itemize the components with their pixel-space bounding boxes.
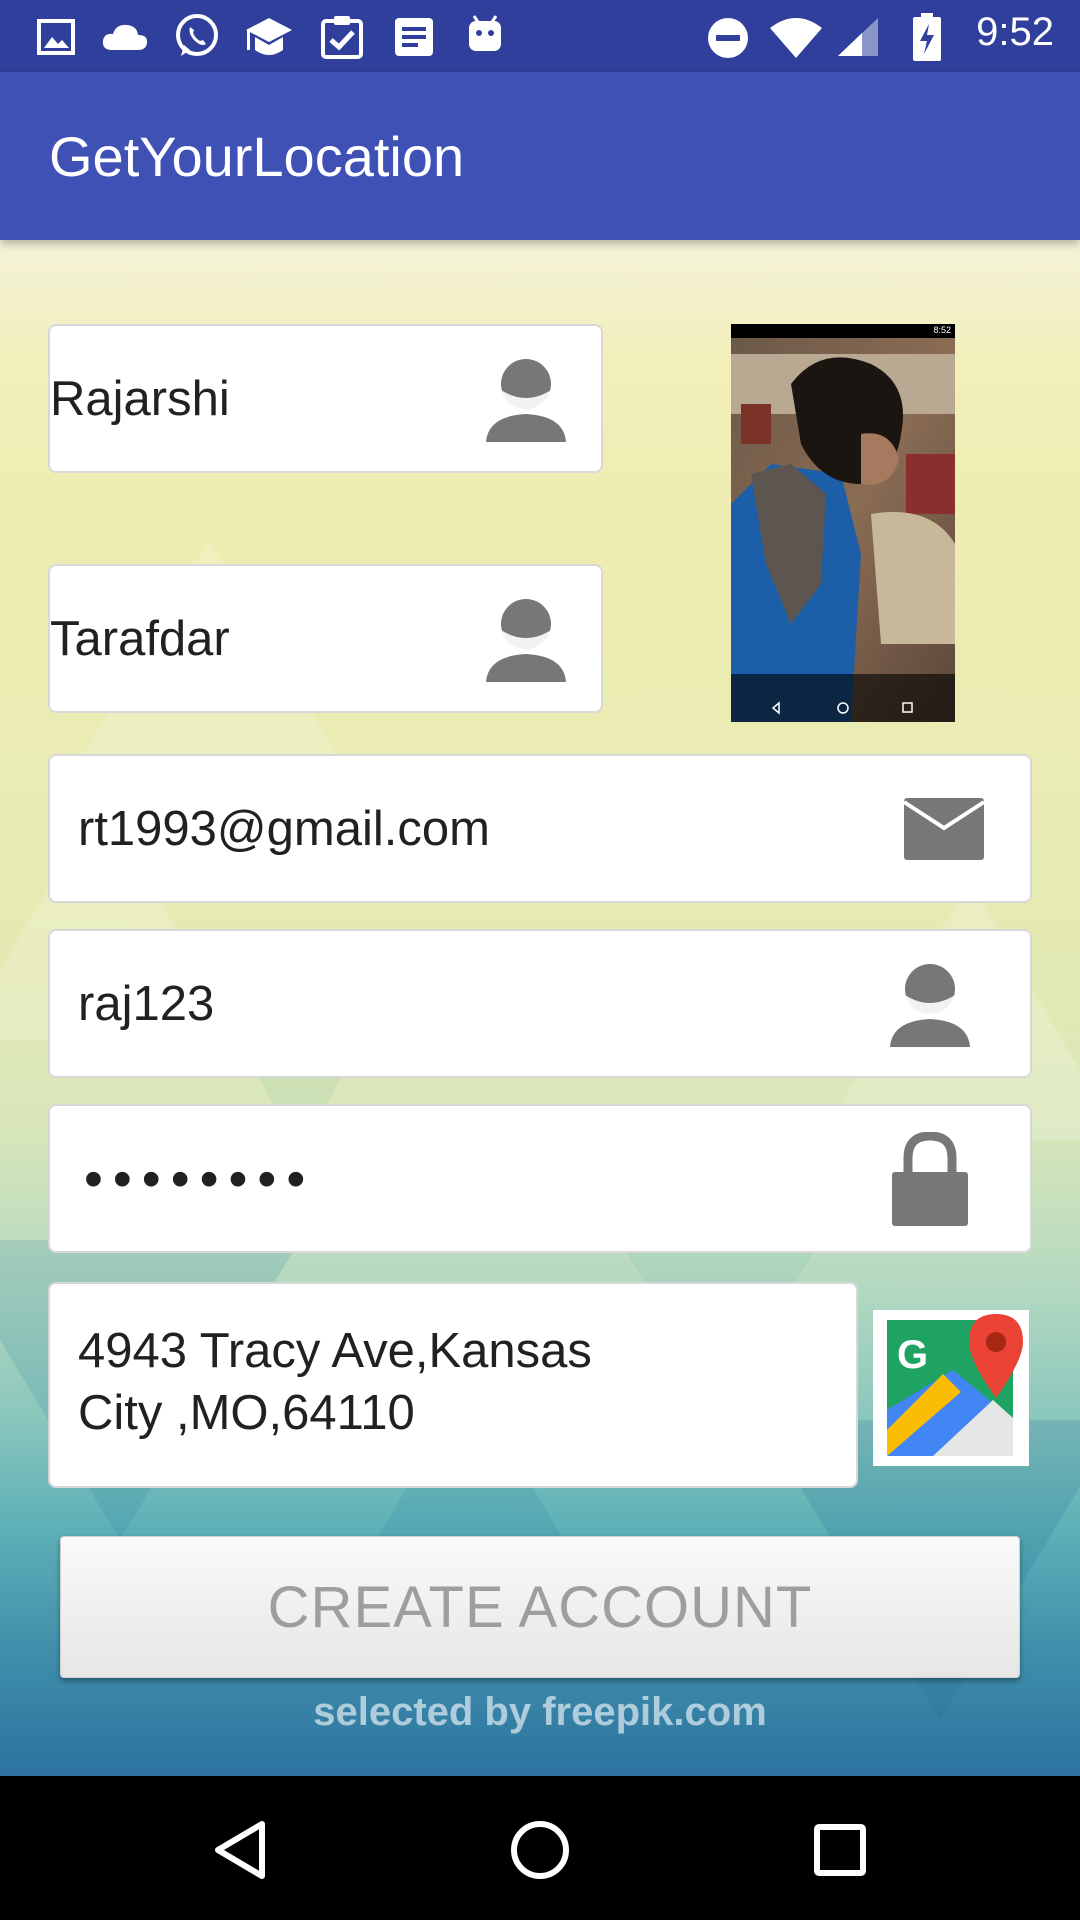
battery-charging-icon: [913, 13, 941, 61]
back-icon[interactable]: [212, 1820, 268, 1880]
recents-icon[interactable]: [814, 1824, 866, 1876]
person-icon: [890, 964, 970, 1047]
gallery-icon: [37, 19, 75, 55]
wifi-icon: [770, 18, 822, 58]
app-bar: GetYourLocation: [0, 72, 1080, 240]
person-icon: [486, 599, 566, 682]
last-name-field[interactable]: Tarafdar: [48, 564, 603, 713]
svg-text:G: G: [897, 1333, 928, 1377]
email-field[interactable]: rt1993@gmail.com: [48, 754, 1032, 903]
password-value: ••••••••: [84, 1148, 316, 1209]
whatsapp-icon: [176, 14, 218, 56]
first-name-value: Rajarshi: [50, 371, 230, 426]
home-icon[interactable]: [510, 1820, 570, 1880]
username-value: raj123: [78, 976, 215, 1031]
address-field[interactable]: 4943 Tracy Ave,Kansas City ,MO,64110: [48, 1282, 858, 1488]
message-icon: [395, 18, 433, 56]
status-time: 9:52: [976, 10, 1054, 54]
photo-status-time: 8:52: [933, 325, 951, 335]
first-name-field[interactable]: Rajarshi: [48, 324, 603, 473]
password-field[interactable]: ••••••••: [48, 1104, 1032, 1253]
person-icon: [486, 359, 566, 442]
navigation-bar: [0, 1776, 1080, 1920]
do-not-disturb-icon: [708, 18, 748, 58]
last-name-value: Tarafdar: [50, 611, 230, 666]
profile-photo-image: [731, 324, 955, 722]
maps-button[interactable]: G: [873, 1310, 1029, 1466]
create-account-button[interactable]: CREATE ACCOUNT: [60, 1536, 1020, 1678]
username-field[interactable]: raj123: [48, 929, 1032, 1078]
app-title: GetYourLocation: [49, 125, 465, 188]
cloud-icon: [102, 24, 148, 50]
profile-photo[interactable]: 8:52: [731, 324, 955, 722]
android-icon: [469, 15, 501, 51]
status-bar: 9:52: [0, 0, 1080, 72]
google-maps-icon: G: [887, 1314, 1023, 1456]
graduation-cap-icon: [246, 18, 292, 55]
address-line-2: City ,MO,64110: [78, 1386, 415, 1440]
address-line-1: 4943 Tracy Ave,Kansas: [78, 1324, 592, 1378]
envelope-icon: [902, 798, 986, 860]
email-value: rt1993@gmail.com: [78, 801, 490, 856]
lock-icon: [892, 1132, 968, 1226]
freepik-watermark: selected by freepik.com: [313, 1690, 767, 1734]
signal-icon: [838, 18, 878, 56]
clipboard-check-icon: [321, 16, 363, 59]
